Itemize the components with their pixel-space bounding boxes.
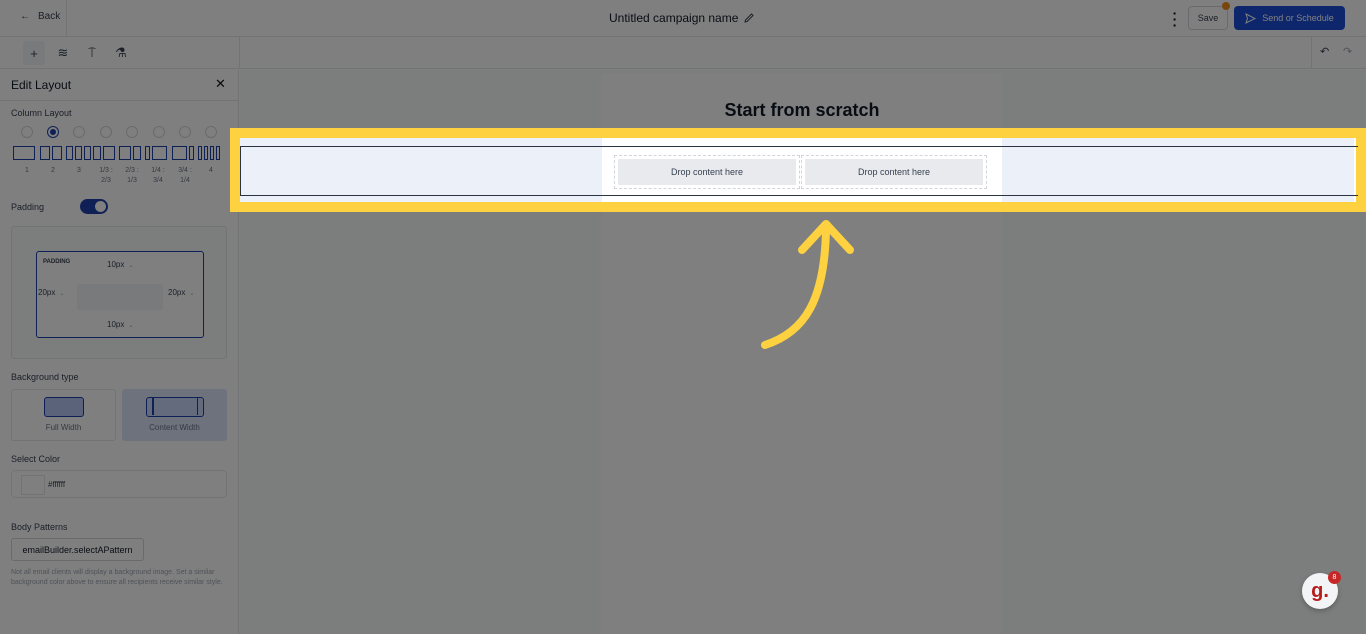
padding-top-select[interactable]: 10px ⌄ <box>107 260 133 269</box>
padding-content-preview <box>77 284 163 310</box>
campaign-title[interactable]: Untitled campaign name <box>609 11 755 25</box>
more-options-icon[interactable]: · · · <box>1170 6 1180 32</box>
layout-label: 1/3 :2/3 <box>99 167 113 184</box>
send-or-schedule-button[interactable]: Send or Schedule <box>1234 6 1345 30</box>
selected-row[interactable]: Drop content here Drop content here <box>240 138 1358 202</box>
panel-title: Edit Layout <box>11 78 72 92</box>
drop-zone-label: Drop content here <box>805 159 983 185</box>
layout-radio-3-4-1-4[interactable] <box>179 126 191 138</box>
pencil-icon[interactable] <box>743 12 755 24</box>
layout-radio-1-3-2-3[interactable] <box>100 126 112 138</box>
notification-badge: 8 <box>1328 571 1341 584</box>
save-button[interactable]: Save <box>1188 6 1228 30</box>
layers-icon: ≋ <box>57 45 69 60</box>
close-icon[interactable]: ✕ <box>215 76 226 92</box>
layout-label: 3/4 :1/4 <box>178 167 192 184</box>
layout-label: 1 <box>25 167 29 174</box>
layout-label: 1/4 :3/4 <box>151 167 165 184</box>
layout-1-3-2-3-icon[interactable] <box>93 146 115 160</box>
option-label: Content Width <box>149 423 200 432</box>
layout-label: 3 <box>77 167 81 174</box>
full-width-icon <box>44 397 84 417</box>
test-tool-button[interactable]: ⚗ <box>110 41 132 65</box>
padding-editor: PADDING 10px ⌄ 20px ⌄ 20px ⌄ 10px ⌄ <box>11 226 227 359</box>
divider <box>239 37 240 69</box>
layout-label: 2/3 :1/3 <box>125 167 139 184</box>
tool-row: + ≋ ⍑ ⚗ ↶ ↷ <box>0 37 1366 69</box>
column-layout-label: Column Layout <box>11 108 72 118</box>
email-headline[interactable]: Start from scratch <box>602 100 1002 121</box>
back-label: Back <box>38 11 61 22</box>
plus-icon: + <box>30 45 38 61</box>
layout-2-3-1-3-icon[interactable] <box>119 146 141 160</box>
widget-logo-icon: g. <box>1311 579 1329 602</box>
body-patterns-label: Body Patterns <box>11 522 68 532</box>
layout-radio-2-3-1-3[interactable] <box>126 126 138 138</box>
color-value: #ffffff <box>48 480 66 489</box>
layout-radio-4[interactable] <box>205 126 217 138</box>
layout-label: 2 <box>51 167 55 174</box>
layout-1-icon[interactable] <box>13 146 35 160</box>
color-input[interactable]: #ffffff <box>11 470 227 498</box>
padding-label: Padding <box>11 202 45 212</box>
select-color-label: Select Color <box>11 454 61 464</box>
layout-3-4-1-4-icon[interactable] <box>172 146 194 160</box>
edit-layout-panel: Edit Layout ✕ Column Layout 1 2 3 1/3 :2… <box>0 70 239 634</box>
color-swatch[interactable] <box>21 475 45 495</box>
background-full-width-option[interactable]: Full Width <box>11 389 116 441</box>
layout-radio-2[interactable] <box>47 126 59 138</box>
divider <box>1311 37 1312 69</box>
divider <box>0 100 239 101</box>
padding-left-select[interactable]: 20px ⌄ <box>38 288 64 297</box>
layout-3-icon[interactable] <box>66 146 91 160</box>
chevron-down-icon: ⌄ <box>189 291 195 297</box>
pattern-note: Not all email clients will display a bac… <box>11 569 223 586</box>
chevron-down-icon: ⌄ <box>128 323 134 329</box>
column-layout-radios <box>20 126 225 140</box>
layers-tool-button[interactable]: ≋ <box>52 41 74 65</box>
column-layout-icons <box>12 146 224 160</box>
layout-4-icon[interactable] <box>198 146 220 160</box>
layout-1-4-3-4-icon[interactable] <box>145 146 167 160</box>
padding-bottom-select[interactable]: 10px ⌄ <box>107 320 133 329</box>
padding-box-title: PADDING <box>43 259 71 265</box>
flask-icon: ⚗ <box>115 45 127 60</box>
back-button[interactable]: ← Back <box>20 11 60 22</box>
divider <box>66 0 67 37</box>
padding-right-select[interactable]: 20px ⌄ <box>168 288 194 297</box>
drop-zone-column-2[interactable]: Drop content here <box>801 155 987 189</box>
layout-label: 4 <box>209 167 213 174</box>
unsaved-indicator <box>1222 2 1230 10</box>
padding-box: PADDING 10px ⌄ 20px ⌄ 20px ⌄ 10px ⌄ <box>36 251 204 338</box>
send-label: Send or Schedule <box>1262 13 1334 23</box>
drop-zone-label: Drop content here <box>618 159 796 185</box>
layout-2-icon[interactable] <box>40 146 62 160</box>
layout-radio-1[interactable] <box>21 126 33 138</box>
content-width-icon <box>146 397 204 417</box>
background-content-width-option[interactable]: Content Width <box>122 389 227 441</box>
send-icon <box>1245 12 1257 24</box>
chevron-down-icon: ⌄ <box>128 263 134 269</box>
layout-radio-1-4-3-4[interactable] <box>153 126 165 138</box>
add-tool-button[interactable]: + <box>23 41 45 65</box>
paint-roller-icon: ⍑ <box>88 45 96 60</box>
redo-icon[interactable]: ↷ <box>1343 45 1352 58</box>
top-bar: ← Back Untitled campaign name · · · Save S… <box>0 0 1366 37</box>
background-type-label: Background type <box>11 372 79 382</box>
option-label: Full Width <box>45 423 82 432</box>
drop-zone-column-1[interactable]: Drop content here <box>614 155 800 189</box>
undo-icon[interactable]: ↶ <box>1320 45 1329 58</box>
layout-radio-3[interactable] <box>73 126 85 138</box>
campaign-title-text: Untitled campaign name <box>609 11 739 25</box>
arrow-left-icon: ← <box>20 11 30 22</box>
select-pattern-button[interactable]: emailBuilder.selectAPattern <box>11 538 144 561</box>
padding-toggle[interactable] <box>80 199 108 214</box>
styles-tool-button[interactable]: ⍑ <box>81 41 103 65</box>
chevron-down-icon: ⌄ <box>59 291 65 297</box>
pointer-arrow-icon <box>761 220 854 349</box>
